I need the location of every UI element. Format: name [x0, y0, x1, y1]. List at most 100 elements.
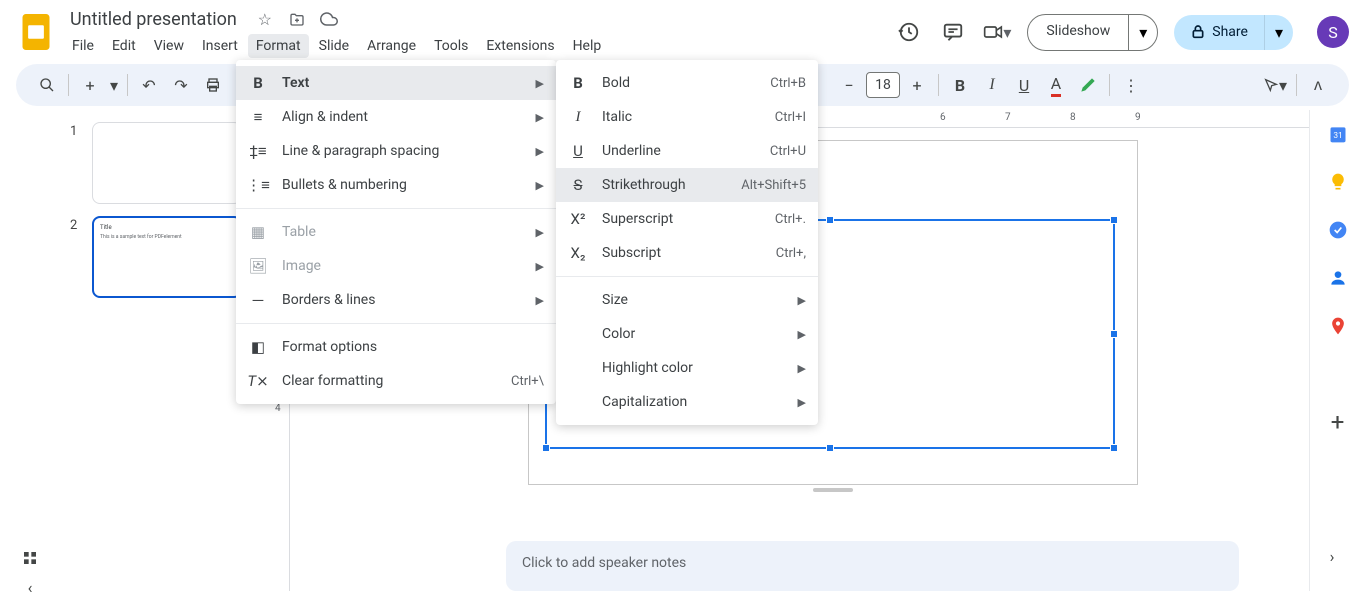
doc-title[interactable]: Untitled presentation: [64, 7, 243, 32]
slide-thumbnail-2[interactable]: Title This is a sample text for PDFeleme…: [92, 216, 242, 298]
menu-slide[interactable]: Slide: [311, 34, 357, 58]
bullets-icon: ⋮≡: [248, 175, 268, 195]
cloud-status-icon[interactable]: [319, 9, 339, 29]
menu-line-spacing[interactable]: ‡≡ Line & paragraph spacing ▶: [236, 134, 556, 168]
superscript-icon: X²: [568, 209, 588, 229]
calendar-icon[interactable]: 31: [1326, 122, 1350, 146]
explore-left-icon[interactable]: ‹: [15, 578, 45, 597]
menu-superscript[interactable]: X² Superscript Ctrl+.: [556, 202, 818, 236]
submenu-arrow-icon: ▶: [798, 396, 806, 409]
menu-insert[interactable]: Insert: [194, 34, 246, 58]
submenu-arrow-icon: ▶: [536, 260, 544, 273]
separator: [1296, 74, 1297, 96]
menu-view[interactable]: View: [146, 34, 192, 58]
menu-color[interactable]: Color ▶: [556, 317, 818, 351]
highlight-color-button[interactable]: [1073, 70, 1103, 100]
grid-view-icon[interactable]: [15, 550, 45, 566]
font-size-increase[interactable]: +: [902, 70, 932, 100]
submenu-arrow-icon: ▶: [536, 179, 544, 192]
blank-icon: [568, 392, 588, 412]
blank-icon: [568, 290, 588, 310]
font-size-decrease[interactable]: −: [834, 70, 864, 100]
history-icon[interactable]: [895, 18, 923, 46]
comments-icon[interactable]: [939, 18, 967, 46]
text-color-button[interactable]: A: [1041, 70, 1071, 100]
collapse-toolbar-icon[interactable]: ʌ: [1303, 70, 1333, 100]
menu-align-indent[interactable]: ≡ Align & indent ▶: [236, 100, 556, 134]
resize-handle[interactable]: [1110, 444, 1118, 452]
star-icon[interactable]: ☆: [255, 9, 275, 29]
menu-borders[interactable]: ─ Borders & lines ▶: [236, 283, 556, 317]
menu-italic[interactable]: I Italic Ctrl+I: [556, 100, 818, 134]
slideshow-button[interactable]: Slideshow: [1028, 15, 1129, 50]
resize-handle[interactable]: [826, 216, 834, 224]
resize-handle[interactable]: [1110, 330, 1118, 338]
pointer-mode-button[interactable]: ▾: [1260, 70, 1290, 100]
speaker-notes[interactable]: Click to add speaker notes: [506, 541, 1239, 591]
menu-tools[interactable]: Tools: [426, 34, 476, 58]
menu-strikethrough[interactable]: S Strikethrough Alt+Shift+5: [556, 168, 818, 202]
maps-icon[interactable]: [1326, 314, 1350, 338]
print-button[interactable]: [198, 70, 228, 100]
separator: [1109, 74, 1110, 96]
clear-format-icon: T⨯: [248, 371, 268, 391]
menu-bullets[interactable]: ⋮≡ Bullets & numbering ▶: [236, 168, 556, 202]
bold-button[interactable]: B: [945, 70, 975, 100]
menu-edit[interactable]: Edit: [104, 34, 144, 58]
share-dropdown[interactable]: ▾: [1264, 15, 1293, 50]
submenu-arrow-icon: ▶: [798, 362, 806, 375]
slide-resize-handle[interactable]: [813, 488, 853, 492]
slide-thumbnail-1[interactable]: [92, 122, 242, 204]
borders-icon: ─: [248, 290, 268, 310]
keep-icon[interactable]: [1326, 170, 1350, 194]
thumb-number: 2: [70, 216, 84, 298]
bold-icon: B: [248, 73, 268, 93]
menu-file[interactable]: File: [64, 34, 102, 58]
meet-icon[interactable]: ▾: [983, 18, 1011, 46]
font-size-input[interactable]: [866, 72, 900, 98]
undo-button[interactable]: ↶: [134, 70, 164, 100]
redo-button[interactable]: ↷: [166, 70, 196, 100]
menu-help[interactable]: Help: [565, 34, 610, 58]
resize-handle[interactable]: [1110, 216, 1118, 224]
menu-subscript[interactable]: X₂ Subscript Ctrl+,: [556, 236, 818, 270]
thumb-title: Title: [100, 224, 234, 231]
new-slide-dropdown[interactable]: ▾: [107, 70, 121, 100]
menu-highlight-color[interactable]: Highlight color ▶: [556, 351, 818, 385]
menu-capitalization[interactable]: Capitalization ▶: [556, 385, 818, 419]
expand-rail-icon[interactable]: ›: [1317, 541, 1347, 571]
more-options-icon[interactable]: ⋮: [1116, 70, 1146, 100]
menu-bold[interactable]: B Bold Ctrl+B: [556, 66, 818, 100]
menu-image: 🖼 Image ▶: [236, 249, 556, 283]
menu-underline[interactable]: U Underline Ctrl+U: [556, 134, 818, 168]
underline-icon: U: [568, 141, 588, 161]
slideshow-dropdown[interactable]: ▾: [1129, 15, 1157, 50]
blank-icon: [568, 358, 588, 378]
avatar[interactable]: S: [1317, 16, 1349, 48]
tasks-icon[interactable]: [1326, 218, 1350, 242]
submenu-arrow-icon: ▶: [536, 294, 544, 307]
thumb-body: This is a sample text for PDFelement: [100, 234, 234, 240]
italic-button[interactable]: I: [977, 70, 1007, 100]
menu-format-options[interactable]: ◧ Format options: [236, 330, 556, 364]
search-menus-icon[interactable]: [32, 70, 62, 100]
add-panel-icon[interactable]: +: [1326, 410, 1350, 434]
separator: [938, 74, 939, 96]
share-button[interactable]: Share: [1174, 15, 1264, 50]
menu-text[interactable]: B Text ▶: [236, 66, 556, 100]
new-slide-button[interactable]: +: [75, 70, 105, 100]
resize-handle[interactable]: [542, 444, 550, 452]
contacts-icon[interactable]: [1326, 266, 1350, 290]
menu-size[interactable]: Size ▶: [556, 283, 818, 317]
underline-button[interactable]: U: [1009, 70, 1039, 100]
move-icon[interactable]: [287, 9, 307, 29]
menu-format[interactable]: Format: [248, 34, 309, 58]
menu-arrange[interactable]: Arrange: [359, 34, 424, 58]
resize-handle[interactable]: [826, 444, 834, 452]
slides-logo[interactable]: [16, 12, 56, 52]
svg-text:31: 31: [1333, 131, 1342, 141]
menu-clear-formatting[interactable]: T⨯ Clear formatting Ctrl+\: [236, 364, 556, 398]
menu-extensions[interactable]: Extensions: [478, 34, 562, 58]
submenu-arrow-icon: ▶: [536, 111, 544, 124]
submenu-arrow-icon: ▶: [536, 77, 544, 90]
